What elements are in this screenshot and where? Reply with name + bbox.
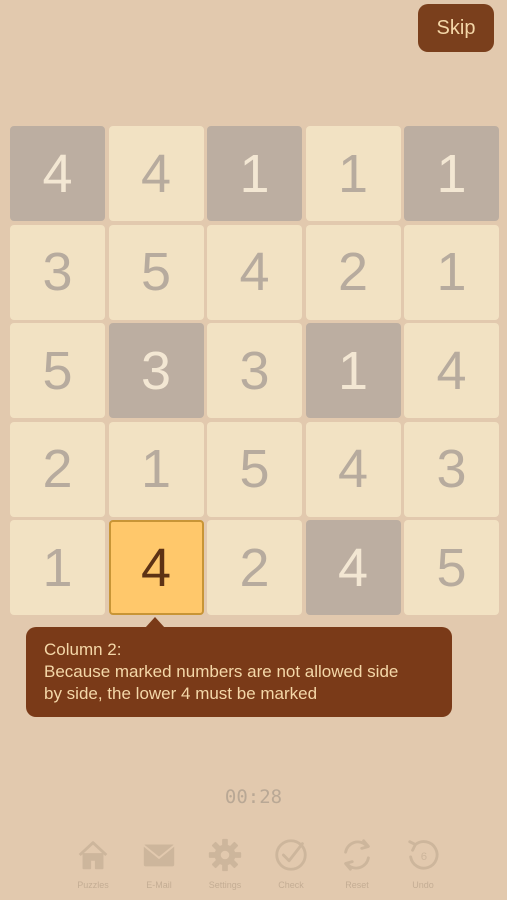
grid-cell-marked[interactable]: 4	[305, 520, 401, 615]
grid-cell-plain[interactable]: 4	[207, 224, 302, 320]
elapsed-timer: 00:28	[224, 786, 283, 808]
grid-cell-plain[interactable]: 1	[305, 126, 401, 221]
undo-icon: 6	[408, 840, 439, 870]
home-icon	[78, 841, 108, 870]
skip-button[interactable]: Skip	[418, 4, 494, 52]
email-label: E-Mail	[146, 880, 172, 890]
grid-cell-plain[interactable]: 3	[10, 224, 105, 320]
grid-cell-plain[interactable]: 5	[207, 421, 302, 517]
settings-button[interactable]: Settings	[192, 836, 258, 890]
grid-cell-plain[interactable]: 2	[10, 421, 105, 517]
reset-label: Reset	[345, 880, 369, 890]
grid-cell-plain[interactable]: 1	[108, 421, 204, 517]
grid-cell-plain[interactable]: 4	[404, 323, 499, 418]
grid-cell-plain[interactable]: 2	[207, 520, 302, 615]
reset-icon	[344, 839, 370, 871]
grid-cell-marked[interactable]: 3	[108, 323, 204, 418]
check-button[interactable]: Check	[258, 836, 324, 890]
puzzle-grid: 4411135421533142154314245	[10, 126, 499, 615]
grid-cell-plain[interactable]: 3	[404, 421, 499, 517]
undo-button[interactable]: 6 Undo	[390, 836, 456, 890]
grid-cell-marked[interactable]: 1	[404, 126, 499, 221]
grid-cell-plain[interactable]: 3	[207, 323, 302, 418]
grid-cell-marked[interactable]: 4	[10, 126, 105, 221]
hint-text-line-1: Because marked numbers are not allowed s…	[44, 662, 399, 681]
bottom-toolbar: Puzzles E-Mail Settings Check Reset 6 Un…	[60, 836, 460, 896]
hint-text-line-2: by side, the lower 4 must be marked	[44, 684, 318, 703]
hint-title: Column 2:	[44, 640, 122, 659]
grid-cell-plain[interactable]: 1	[404, 224, 499, 320]
mail-icon	[143, 844, 175, 867]
check-icon	[275, 839, 307, 871]
grid-cell-plain[interactable]: 2	[305, 224, 401, 320]
gear-icon	[208, 838, 242, 872]
grid-cell-marked[interactable]: 1	[305, 323, 401, 418]
puzzles-button[interactable]: Puzzles	[60, 836, 126, 890]
grid-cell-marked[interactable]: 1	[207, 126, 302, 221]
grid-cell-plain[interactable]: 4	[108, 126, 204, 221]
undo-label: Undo	[412, 880, 434, 890]
email-button[interactable]: E-Mail	[126, 836, 192, 890]
hint-bubble: Column 2: Because marked numbers are not…	[26, 627, 452, 717]
grid-cell-plain[interactable]: 5	[404, 520, 499, 615]
grid-cell-plain[interactable]: 5	[108, 224, 204, 320]
settings-label: Settings	[208, 880, 242, 890]
grid-cell-selected[interactable]: 4	[108, 520, 204, 615]
grid-cell-plain[interactable]: 5	[10, 323, 105, 418]
undo-count-badge: 6	[421, 851, 427, 863]
grid-cell-plain[interactable]: 1	[10, 520, 105, 615]
grid-cell-plain[interactable]: 4	[305, 421, 401, 517]
puzzles-label: Puzzles	[77, 880, 109, 890]
reset-button[interactable]: Reset	[324, 836, 390, 890]
check-label: Check	[278, 880, 304, 890]
